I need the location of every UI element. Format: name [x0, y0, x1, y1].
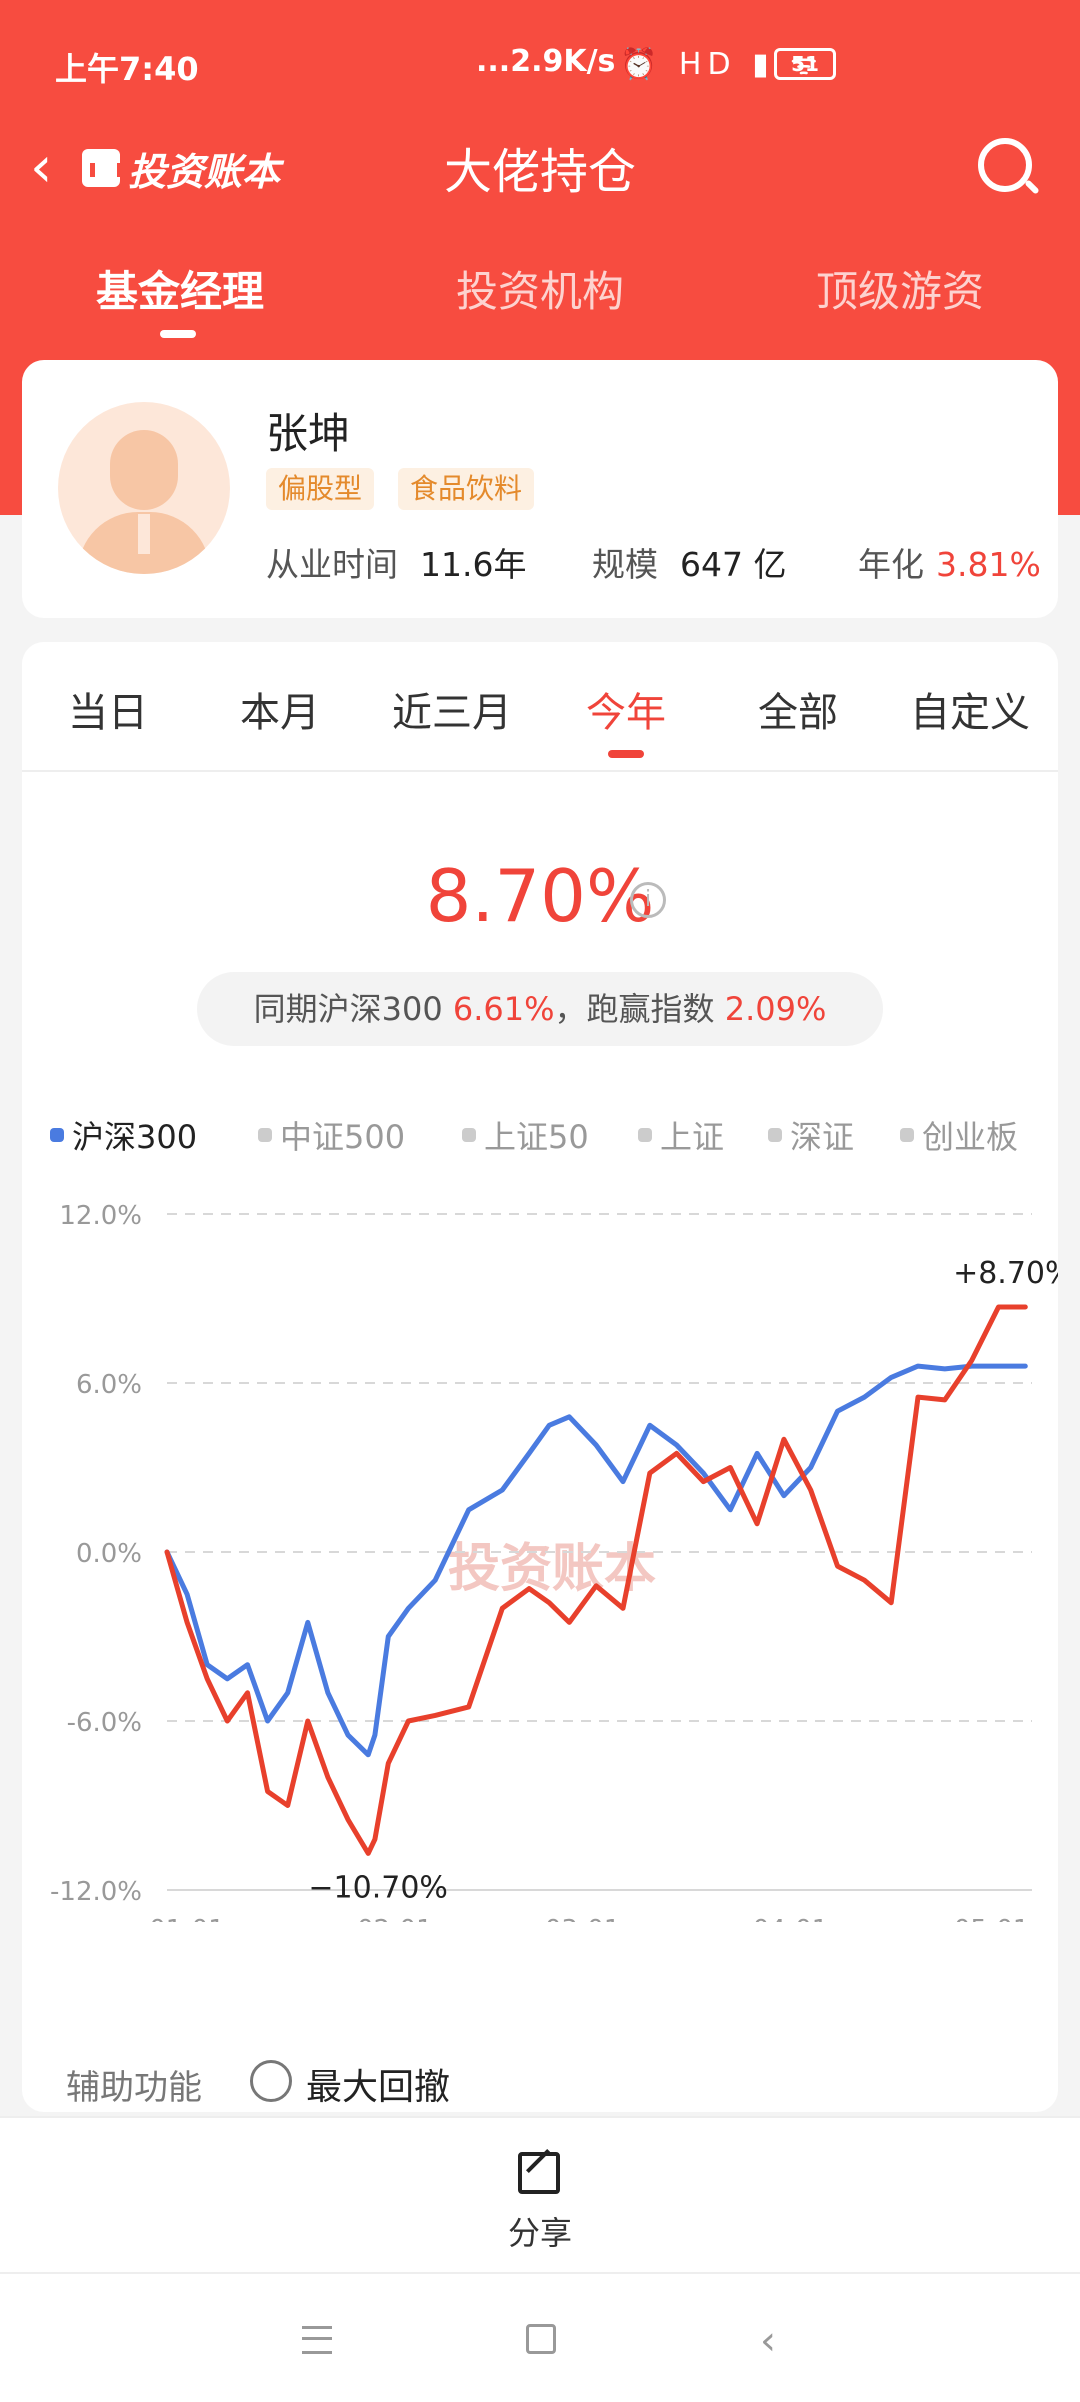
- index-legend: 沪深300 中证500 上证50 上证 深证 创业板: [22, 1112, 1058, 1162]
- share-bar: 分享: [0, 2116, 1080, 2274]
- x-tick-label: 04-01: [753, 1915, 829, 1922]
- tab-top-traders[interactable]: 顶级游资: [750, 258, 1050, 319]
- period-tab-today[interactable]: 当日: [22, 680, 194, 738]
- max-drawdown-radio[interactable]: [250, 2060, 292, 2102]
- performance-card: 当日 本月 近三月 今年 全部 自定义 8.70% i 同期沪深300 6.61…: [22, 642, 1058, 2112]
- experience-label: 从业时间: [266, 545, 398, 584]
- avatar: [58, 402, 230, 574]
- page-title: 大佬持仓: [443, 144, 636, 200]
- x-tick-label: 03-01: [545, 1915, 621, 1922]
- max-return-label: +8.70%: [953, 1256, 1058, 1291]
- legend-dot: [638, 1128, 652, 1142]
- assist-label: 辅助功能: [66, 2068, 202, 2108]
- y-tick-label: 12.0%: [59, 1202, 142, 1231]
- experience-stat: 从业时间 11.6年: [266, 538, 526, 586]
- legend-dot: [462, 1128, 476, 1142]
- tag-style: 偏股型: [266, 468, 375, 510]
- system-nav-bar: ‹: [0, 2272, 1080, 2402]
- compare-prefix: 同期沪深300: [253, 990, 453, 1028]
- legend-label: 中证500: [280, 1118, 406, 1156]
- legend-csi300[interactable]: 沪深300: [50, 1112, 197, 1158]
- share-label[interactable]: 分享: [0, 2208, 1080, 2254]
- legend-dot: [900, 1128, 914, 1142]
- manager-name: 张坤: [266, 409, 351, 458]
- network-speed: ...2.9K/s: [476, 44, 616, 79]
- tab-fund-manager[interactable]: 基金经理: [30, 258, 330, 319]
- status-time: 上午7:40: [55, 50, 199, 88]
- period-tab-ytd[interactable]: 今年: [540, 680, 712, 738]
- max-drawdown-label[interactable]: 最大回撤: [306, 2058, 450, 2110]
- active-tab-indicator: [160, 330, 196, 338]
- search-icon[interactable]: [978, 138, 1032, 192]
- menu-icon[interactable]: [302, 2326, 332, 2354]
- legend-sse50[interactable]: 上证50: [462, 1112, 589, 1158]
- y-tick-label: -6.0%: [67, 1708, 142, 1738]
- x-tick-label: 02-01: [357, 1915, 433, 1922]
- share-icon[interactable]: [518, 2152, 560, 2194]
- active-period-indicator: [608, 750, 644, 758]
- legend-label: 深证: [790, 1118, 855, 1156]
- avatar-tie: [138, 514, 150, 554]
- return-line-chart[interactable]: 投资账本12.0%6.0%0.0%-6.0%-12.0%01-0102-0103…: [22, 1202, 1058, 1922]
- manager-profile-card[interactable]: 张坤 偏股型 食品饮料 从业时间 11.6年 规模 647 亿 年化 3.81%: [22, 360, 1058, 618]
- legend-label: 创业板: [922, 1118, 1019, 1156]
- legend-dot: [50, 1128, 64, 1142]
- period-tab-month[interactable]: 本月: [194, 680, 366, 738]
- period-tabs: 当日 本月 近三月 今年 全部 自定义: [22, 642, 1058, 772]
- scale-stat: 规模 647 亿: [592, 538, 786, 586]
- legend-szse[interactable]: 深证: [768, 1112, 854, 1158]
- annual-label: 年化: [858, 545, 924, 584]
- back-nav-icon[interactable]: ‹: [760, 2318, 776, 2364]
- legend-csi500[interactable]: 中证500: [258, 1112, 405, 1158]
- tag-sector: 食品饮料: [398, 468, 535, 510]
- outperform-value: 2.09%: [724, 990, 827, 1028]
- avatar-head: [110, 430, 178, 510]
- period-tab-custom[interactable]: 自定义: [884, 680, 1056, 738]
- screen: 上午7:40 ...2.9K/s ⏰ HD ▮ ᯤ 51 ‹ 投资账本 大佬持仓…: [0, 0, 1080, 2402]
- experience-value: 11.6年: [420, 545, 527, 584]
- benchmark-compare: 同期沪深300 6.61%，跑赢指数 2.09%: [197, 972, 883, 1046]
- legend-dot: [768, 1128, 782, 1142]
- legend-dot: [258, 1128, 272, 1142]
- battery-icon: 51: [774, 48, 836, 80]
- period-tab-all[interactable]: 全部: [712, 680, 884, 738]
- scale-value: 647 亿: [680, 545, 787, 584]
- info-icon[interactable]: i: [630, 882, 666, 918]
- ytd-return-value: 8.70%: [425, 854, 655, 938]
- min-return-label: −10.70%: [308, 1870, 448, 1905]
- y-tick-label: 0.0%: [76, 1539, 142, 1569]
- benchmark-return: 6.61%: [452, 990, 555, 1028]
- compare-mid: ，跑赢指数: [554, 990, 725, 1028]
- annual-value: 3.81%: [936, 545, 1041, 584]
- legend-sse[interactable]: 上证: [638, 1112, 724, 1158]
- period-tab-3months[interactable]: 近三月: [366, 680, 538, 738]
- tab-institution[interactable]: 投资机构: [390, 258, 690, 319]
- nav-bar: ‹ 投资账本 大佬持仓: [0, 120, 1080, 220]
- category-tabs: 基金经理 投资机构 顶级游资: [0, 250, 1080, 350]
- x-tick-label: 01-01: [149, 1915, 225, 1922]
- legend-chinext[interactable]: 创业板: [900, 1112, 1018, 1158]
- annual-stat: 年化 3.81%: [858, 538, 1041, 586]
- y-tick-label: -12.0%: [50, 1877, 142, 1907]
- legend-label: 沪深300: [72, 1118, 198, 1156]
- y-tick-label: 6.0%: [76, 1370, 142, 1400]
- x-tick-label: 05-01: [954, 1915, 1030, 1922]
- scale-label: 规模: [592, 545, 658, 584]
- legend-label: 上证50: [484, 1118, 589, 1156]
- status-bar: 上午7:40 ...2.9K/s ⏰ HD ▮ ᯤ 51: [0, 0, 1080, 120]
- legend-label: 上证: [660, 1118, 725, 1156]
- home-icon[interactable]: [526, 2324, 556, 2354]
